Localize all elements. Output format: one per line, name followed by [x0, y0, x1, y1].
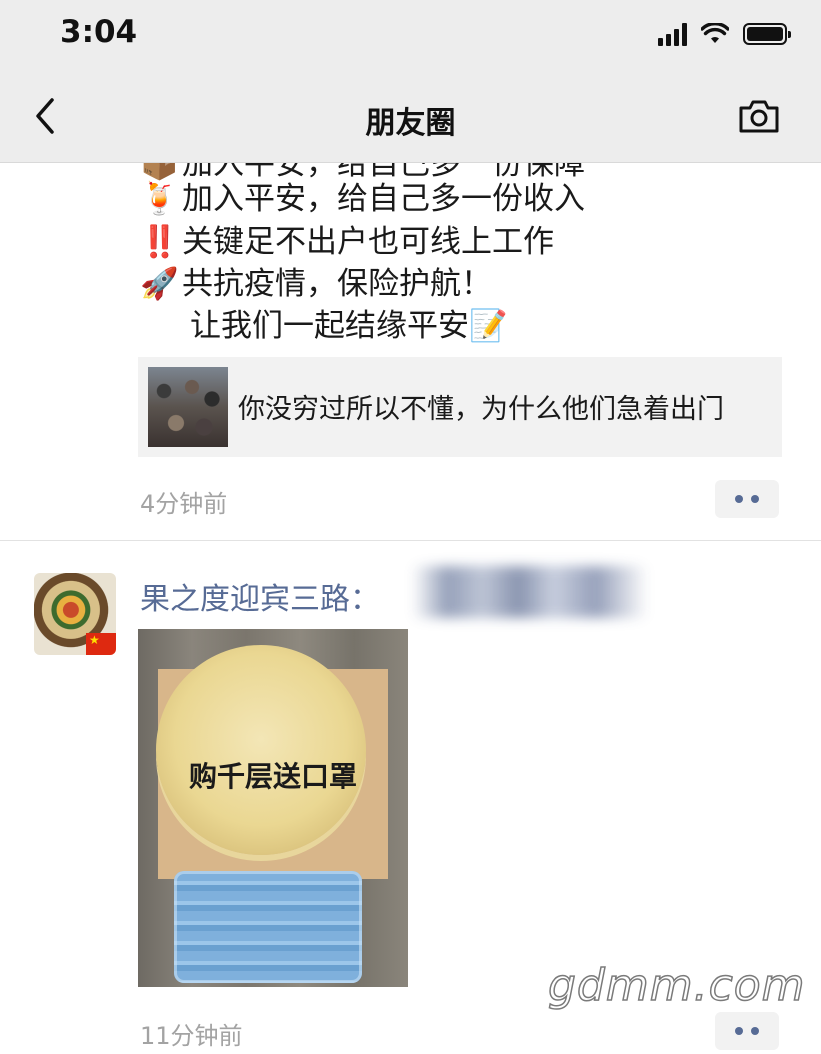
post-divider: [0, 540, 821, 541]
status-time: 3:04: [60, 14, 138, 50]
camera-icon: [739, 100, 779, 133]
post-timestamp: 4分钟前: [140, 490, 228, 518]
dot-icon: [751, 1027, 759, 1035]
double-exclamation-icon: ‼️: [140, 224, 179, 260]
post-text-line: ‼️ 关键足不出户也可线上工作: [140, 224, 554, 260]
post-text-line: 🚀 共抗疫情，保险护航！: [140, 266, 492, 302]
post-text-line: 让我们一起结缘平安📝: [190, 308, 508, 344]
image-caption: 购千层送口罩: [188, 760, 357, 793]
cellular-signal-icon: [658, 22, 687, 46]
battery-icon: [743, 23, 791, 45]
link-thumbnail: [148, 367, 228, 447]
cocktail-icon: 🍹: [140, 181, 179, 217]
dot-icon: [751, 495, 759, 503]
navigation-header: 3:04 朋友圈: [0, 0, 821, 163]
shared-link-card[interactable]: 你没穷过所以不懂，为什么他们急着出门: [138, 357, 782, 457]
post-timestamp: 11分钟前: [140, 1022, 243, 1050]
camera-button[interactable]: [737, 96, 781, 136]
link-title: 你没穷过所以不懂，为什么他们急着出门: [238, 394, 724, 425]
page-title: 朋友圈: [365, 106, 456, 141]
avatar[interactable]: [34, 573, 116, 655]
china-flag-icon: [86, 633, 116, 655]
wifi-icon: [701, 23, 729, 43]
blurred-text: [412, 566, 648, 618]
post-image[interactable]: 购千层送口罩: [138, 629, 408, 987]
author-name[interactable]: 果之度迎宾三路：: [140, 574, 380, 618]
rocket-icon: 🚀: [140, 266, 179, 302]
face-masks: [174, 871, 362, 983]
status-icons: [658, 20, 791, 48]
dot-icon: [735, 1027, 743, 1035]
post-text-line: 🍹 加入平安，给自己多一份收入: [140, 181, 585, 217]
more-actions-button[interactable]: [715, 1012, 779, 1050]
more-actions-button[interactable]: [715, 480, 779, 518]
dot-icon: [735, 495, 743, 503]
watermark: gdmm.com: [547, 959, 806, 1012]
cake: [156, 645, 366, 855]
